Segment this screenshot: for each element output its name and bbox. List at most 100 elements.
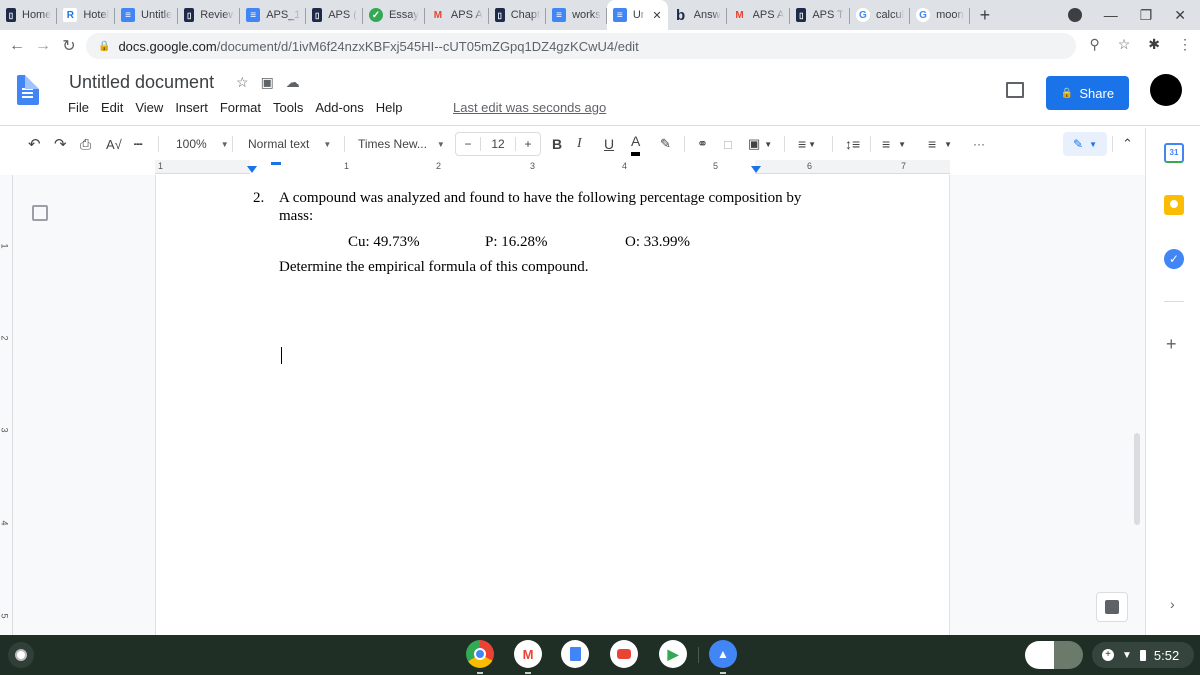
menu-addons[interactable]: Add-ons: [315, 100, 363, 115]
menu-help[interactable]: Help: [376, 100, 403, 115]
zoom-icon[interactable]: ⚲: [1089, 36, 1099, 53]
text-color-button[interactable]: A: [631, 130, 641, 156]
paint-format-icon[interactable]: ┄: [134, 130, 142, 158]
url-input[interactable]: 🔒 docs.google.com/document/d/1ivM6f24nzx…: [86, 33, 1076, 59]
back-button[interactable]: ←: [4, 37, 30, 55]
gmail-icon: M: [433, 9, 443, 21]
holding-space-thumbnails[interactable]: [1025, 641, 1083, 669]
bold-button[interactable]: B: [552, 130, 562, 158]
browser-tab[interactable]: ▯ Chapt: [489, 0, 547, 30]
browser-tab[interactable]: ≡ works: [546, 0, 607, 30]
tab-label: APS T: [812, 9, 844, 21]
tasks-icon[interactable]: ✓: [1164, 249, 1184, 269]
browser-tab[interactable]: ▯ Review: [178, 0, 241, 30]
editing-mode-button[interactable]: ✎ ▼: [1063, 132, 1107, 156]
expand-panel-icon[interactable]: ›: [1170, 596, 1175, 612]
hide-menus-icon[interactable]: ⌃: [1122, 130, 1133, 158]
youtube-app-icon[interactable]: [610, 640, 638, 668]
account-avatar[interactable]: [1150, 74, 1182, 106]
right-indent-marker[interactable]: [751, 166, 761, 173]
reload-button[interactable]: ↻: [56, 36, 82, 56]
align-icon[interactable]: ≡ ▼: [798, 130, 816, 158]
last-edit-link[interactable]: Last edit was seconds ago: [453, 100, 606, 115]
browser-tab[interactable]: ≡ APS_1: [240, 0, 307, 30]
font-size-input[interactable]: 12: [480, 137, 516, 151]
menu-file[interactable]: File: [68, 100, 89, 115]
left-indent-marker[interactable]: [247, 166, 257, 173]
browser-tab[interactable]: ≡ Ur ✕: [606, 0, 668, 30]
photos-app-icon[interactable]: ▲: [709, 640, 737, 674]
increase-font-size-button[interactable]: +: [516, 137, 540, 151]
menu-bar: File Edit View Insert Format Tools Add-o…: [68, 100, 415, 115]
browser-tab[interactable]: R Hotel: [57, 0, 115, 30]
highlight-color-icon[interactable]: ✎: [660, 130, 671, 158]
move-folder-icon[interactable]: ▣: [261, 74, 274, 91]
docs-app-icon[interactable]: [561, 640, 589, 668]
add-comment-icon[interactable]: □: [724, 130, 732, 158]
keep-icon[interactable]: [1164, 195, 1184, 215]
browser-tab[interactable]: ≡ Untitle: [115, 0, 179, 30]
spellcheck-icon[interactable]: A√: [106, 130, 122, 158]
gmail-app-icon[interactable]: M: [514, 640, 542, 674]
menu-view[interactable]: View: [135, 100, 163, 115]
style-select[interactable]: Normal text ▼: [248, 130, 331, 158]
browser-tab[interactable]: ▯ Home: [0, 0, 58, 30]
share-button[interactable]: 🔒 Share: [1046, 76, 1129, 110]
comment-history-icon[interactable]: [1006, 82, 1024, 98]
extensions-icon[interactable]: ✱: [1148, 36, 1160, 53]
print-icon[interactable]: ⎙: [80, 130, 91, 158]
star-icon[interactable]: ☆: [236, 74, 249, 91]
decrease-font-size-button[interactable]: −: [456, 137, 480, 151]
redo-icon[interactable]: ↷: [54, 130, 67, 158]
numbered-list-icon[interactable]: ≡ ▼: [882, 130, 906, 158]
font-select[interactable]: Times New... ▼: [358, 130, 445, 158]
close-window-button[interactable]: ✕: [1174, 7, 1186, 24]
maximize-button[interactable]: ❐: [1140, 7, 1153, 24]
minimize-button[interactable]: —: [1104, 7, 1118, 23]
insert-image-icon[interactable]: ▣ ▼: [748, 130, 772, 158]
address-bar-row: ← → ↻ 🔒 docs.google.com/document/d/1ivM6…: [0, 30, 1200, 62]
first-line-indent-marker[interactable]: [271, 162, 281, 165]
play-store-app-icon[interactable]: ▶: [659, 640, 687, 668]
menu-edit[interactable]: Edit: [101, 100, 123, 115]
docs-logo-icon[interactable]: [17, 75, 39, 105]
browser-tab[interactable]: Gcalcul: [850, 0, 911, 30]
close-tab-icon[interactable]: ✕: [652, 9, 661, 22]
url-path: /document/d/1ivM6f24nzxKBFxj545HI--cUT05…: [216, 38, 639, 54]
browser-menu-icon[interactable]: ⋮: [1178, 36, 1192, 53]
chrome-app-icon[interactable]: [466, 640, 494, 674]
insert-link-icon[interactable]: ⚭: [697, 130, 708, 158]
more-options-button[interactable]: ···: [973, 130, 985, 158]
zoom-select[interactable]: 100% ▼: [176, 130, 229, 158]
browser-tab[interactable]: M APS A: [727, 0, 791, 30]
browser-tab[interactable]: ✓ Essay: [363, 0, 425, 30]
browser-tab[interactable]: b Answ: [668, 0, 727, 30]
document-outline-icon[interactable]: [32, 205, 48, 221]
forward-button[interactable]: →: [30, 37, 56, 55]
browser-tab[interactable]: M APS A: [425, 0, 489, 30]
undo-icon[interactable]: ↶: [28, 130, 41, 158]
document-title[interactable]: Untitled document: [69, 72, 214, 93]
bookmark-star-icon[interactable]: ☆: [1118, 36, 1131, 53]
browser-tab[interactable]: ▯ APS (: [306, 0, 363, 30]
menu-tools[interactable]: Tools: [273, 100, 303, 115]
vertical-scrollbar[interactable]: [1134, 433, 1140, 525]
menu-insert[interactable]: Insert: [175, 100, 208, 115]
profile-icon[interactable]: [1067, 8, 1082, 22]
launcher-button[interactable]: [8, 642, 34, 668]
browser-tab[interactable]: Gmoon: [910, 0, 970, 30]
add-addon-icon[interactable]: +: [1166, 334, 1177, 355]
browser-tab[interactable]: ▯ APS T: [790, 0, 850, 30]
menu-format[interactable]: Format: [220, 100, 261, 115]
bulleted-list-icon[interactable]: ≡ ▼: [928, 130, 952, 158]
calendar-icon[interactable]: 31: [1164, 143, 1184, 163]
document-page[interactable]: 2. A compound was analyzed and found to …: [155, 175, 950, 635]
line-spacing-icon[interactable]: ↕≡: [845, 130, 860, 158]
underline-button[interactable]: U: [604, 130, 614, 158]
new-tab-button[interactable]: +: [970, 5, 1001, 26]
explore-button[interactable]: [1096, 592, 1128, 622]
italic-button[interactable]: I: [577, 130, 582, 158]
cloud-saved-icon[interactable]: ☁: [286, 74, 300, 91]
shelf-divider: [698, 647, 699, 663]
status-tray[interactable]: + ▼ 5:52: [1092, 642, 1194, 668]
